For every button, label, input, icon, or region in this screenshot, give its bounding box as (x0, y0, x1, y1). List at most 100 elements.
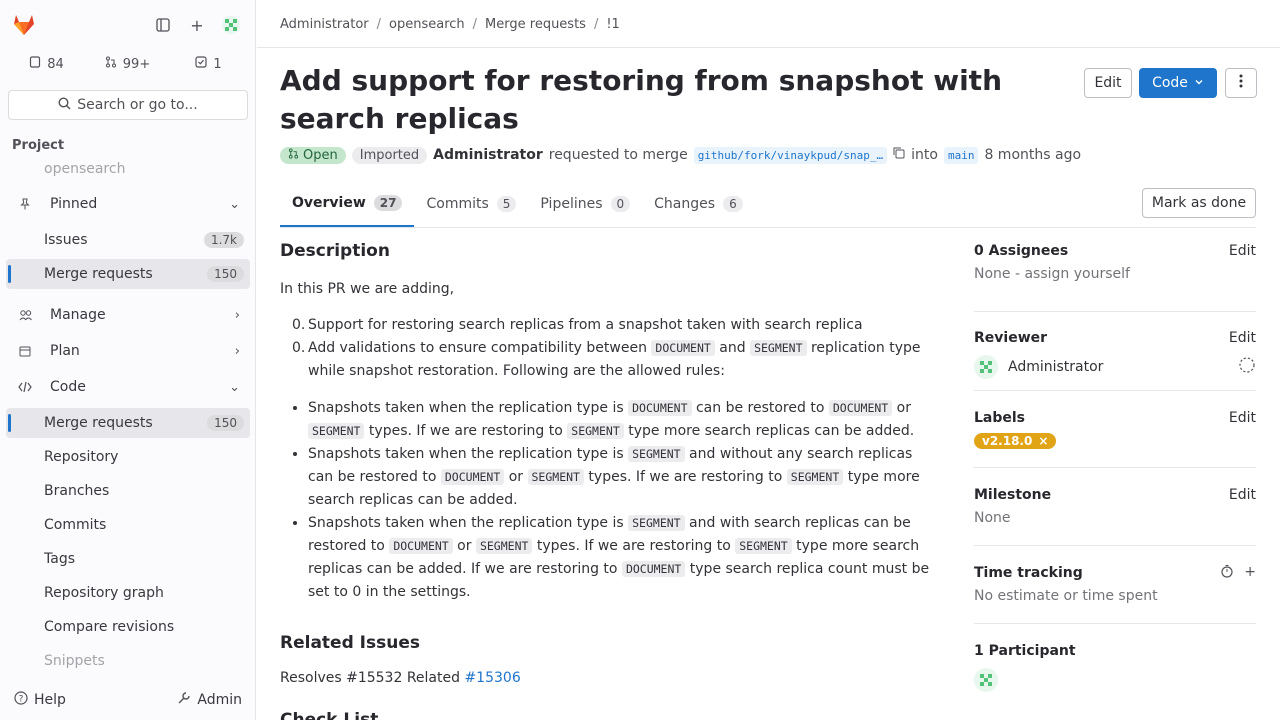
mark-as-done-label: Mark as done (1151, 195, 1247, 211)
reviewer-title: Reviewer (974, 330, 1048, 346)
add-time-icon[interactable]: + (1244, 564, 1256, 582)
sidebar-item-label: Repository graph (44, 585, 164, 601)
tab-count: 6 (723, 195, 743, 212)
breadcrumb-item[interactable]: Administrator (280, 17, 369, 32)
manage-icon (16, 309, 34, 321)
reviewer-block: Reviewer Edit Administrator (974, 312, 1256, 391)
sidebar-item-code[interactable]: Code ⌄ (6, 372, 250, 402)
description-ordered-list: Support for restoring search replicas fr… (280, 314, 938, 383)
tab-changes[interactable]: Changes 6 (642, 180, 755, 227)
time-tracking-block: Time tracking + No estimate or time spen… (974, 546, 1256, 624)
edit-button[interactable]: Edit (1084, 68, 1132, 98)
breadcrumb: Administrator / opensearch / Merge reque… (280, 14, 620, 34)
admin-label: Admin (197, 692, 242, 708)
labels-title: Labels (974, 410, 1026, 426)
description-bullet-list: Snapshots taken when the replication typ… (280, 397, 938, 604)
assignees-title: 0 Assignees (974, 243, 1069, 259)
tab-count: 0 (610, 195, 631, 212)
project-name[interactable]: opensearch (44, 161, 125, 177)
sidebar-item-commits[interactable]: Commits (6, 510, 250, 540)
checklist-heading: Check List (280, 710, 379, 720)
tab-overview[interactable]: Overview 27 (280, 180, 415, 227)
chevron-down-icon: ⌄ (229, 196, 240, 212)
issues-count-button[interactable]: 84 (8, 50, 85, 78)
sidebar-item-label: Code (50, 379, 86, 395)
target-branch[interactable]: main (943, 146, 979, 164)
sidebar-item-manage[interactable]: Manage › (6, 300, 250, 330)
help-button[interactable]: ? Help (14, 691, 66, 709)
remove-label-icon[interactable]: × (1038, 434, 1048, 448)
list-item: Add validations to ensure compatibility … (292, 337, 938, 383)
chevron-right-icon: › (234, 343, 240, 359)
participants-title: 1 Participant (974, 643, 1076, 659)
reviewer-edit-button[interactable]: Edit (1229, 330, 1256, 346)
assignees-edit-button[interactable]: Edit (1229, 243, 1256, 259)
reviewer-avatar[interactable] (974, 355, 998, 379)
label-badge[interactable]: v2.18.0 × (974, 433, 1057, 449)
chevron-down-icon: ⌄ (229, 379, 240, 395)
tabs-divider (280, 227, 1256, 228)
breadcrumb-separator: / (376, 16, 382, 32)
sidebar-item-plan[interactable]: Plan › (6, 336, 250, 366)
mark-as-done-button[interactable]: Mark as done (1142, 188, 1256, 218)
sidebar-item-branches[interactable]: Branches (6, 476, 250, 506)
copy-branch-icon[interactable] (893, 147, 905, 163)
reviewer-name[interactable]: Administrator (1008, 359, 1228, 375)
chevron-down-icon (1194, 75, 1204, 91)
sidebar-item-pinned[interactable]: Pinned ⌄ (6, 189, 250, 219)
related-issues-text: Resolves #15532 Related #15306 (280, 670, 521, 686)
milestone-edit-button[interactable]: Edit (1229, 487, 1256, 503)
tab-pipelines[interactable]: Pipelines 0 (528, 180, 642, 227)
project-section-label: Project (12, 138, 65, 153)
plan-icon (16, 345, 34, 357)
related-issues-section: Related Issues Resolves #15532 Related #… (280, 630, 521, 686)
related-issue-link[interactable]: #15306 (464, 670, 520, 686)
todos-count-button[interactable]: 1 (170, 50, 247, 78)
assignees-value[interactable]: None - assign yourself (974, 266, 1256, 282)
sidebar-toggle-icon[interactable] (151, 13, 175, 37)
gitlab-logo-icon[interactable] (10, 10, 38, 38)
sidebar-item-repository[interactable]: Repository (6, 442, 250, 472)
sidebar-item-tags[interactable]: Tags (6, 544, 250, 574)
labels-edit-button[interactable]: Edit (1229, 410, 1256, 426)
page-title: Add support for restoring from snapshot … (280, 64, 1002, 135)
sidebar-item-label: Manage (50, 307, 106, 323)
participant-avatar[interactable] (974, 668, 998, 692)
sidebar-item-repository-graph[interactable]: Repository graph (6, 578, 250, 608)
more-actions-button[interactable] (1225, 68, 1257, 98)
list-item: Snapshots taken when the replication typ… (308, 397, 938, 443)
requested-text: requested to merge (548, 147, 688, 163)
create-new-icon[interactable]: + (185, 13, 209, 37)
breadcrumb-item[interactable]: !1 (606, 17, 619, 32)
breadcrumb-item[interactable]: Merge requests (485, 17, 586, 32)
source-branch[interactable]: github/fork/vinaykpud/snap_… (693, 146, 888, 164)
sidebar-header: + (0, 0, 255, 48)
into-text: into (911, 147, 938, 163)
tab-count: 5 (496, 195, 517, 212)
sidebar-item-merge-requests-pinned[interactable]: Merge requests 150 (6, 259, 250, 289)
code-dropdown-button[interactable]: Code (1139, 68, 1217, 98)
stopwatch-icon[interactable] (1220, 564, 1234, 582)
todo-icon (195, 56, 207, 72)
merge-requests-count: 99+ (122, 56, 151, 72)
description-intro: In this PR we are adding, (280, 281, 455, 297)
mr-meta: Open Imported Administrator requested to… (280, 145, 1081, 165)
admin-button[interactable]: Admin (177, 691, 242, 709)
sidebar-item-compare-revisions[interactable]: Compare revisions (6, 612, 250, 642)
left-sidebar: + 84 99+ 1 Search or go to... Project op… (0, 0, 256, 720)
merge-requests-count-button[interactable]: 99+ (89, 50, 166, 78)
breadcrumb-separator: / (472, 16, 478, 32)
sidebar-item-merge-requests[interactable]: Merge requests 150 (6, 408, 250, 438)
issues-icon (29, 56, 41, 72)
tab-commits[interactable]: Commits 5 (414, 180, 528, 227)
sidebar-item-snippets[interactable]: Snippets (6, 646, 250, 676)
sidebar-item-label: Merge requests (44, 266, 153, 282)
author-link[interactable]: Administrator (433, 147, 543, 163)
breadcrumb-item[interactable]: opensearch (389, 17, 465, 32)
main-content: Administrator / opensearch / Merge reque… (257, 0, 1280, 720)
search-button[interactable]: Search or go to... (8, 90, 248, 120)
merge-request-icon (105, 56, 117, 72)
user-avatar[interactable] (219, 13, 243, 37)
sidebar-item-issues[interactable]: Issues 1.7k (6, 225, 250, 255)
review-status-icon (1238, 356, 1256, 378)
